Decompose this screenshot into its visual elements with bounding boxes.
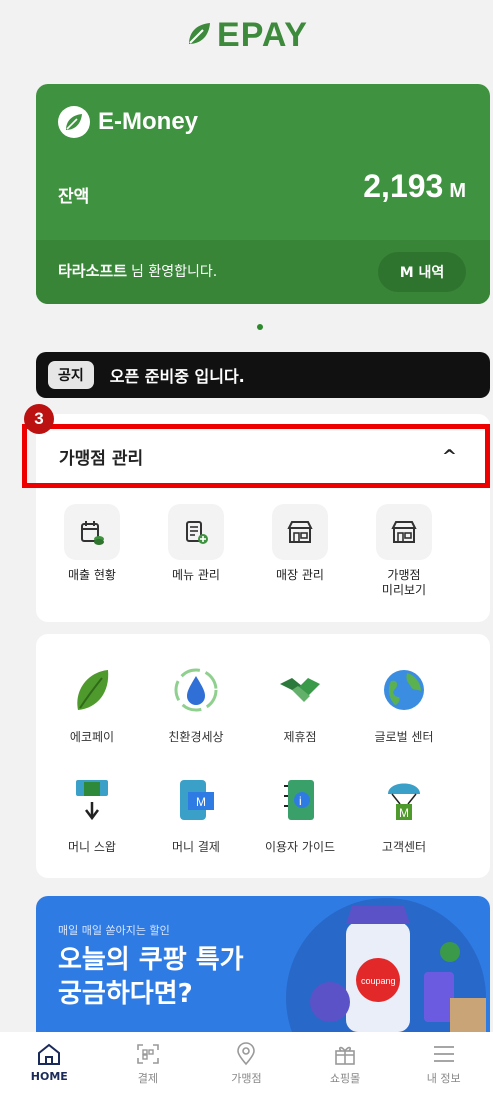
emoney-leaf-icon <box>58 106 90 138</box>
welcome-suffix: 님 환영합니다. <box>131 264 218 280</box>
welcome-text: 타라소프트 님 환영합니다. <box>58 260 217 281</box>
sales-status-button[interactable]: 매출 현황 <box>40 504 144 598</box>
coupang-illustration: coupang <box>310 906 486 1036</box>
home-icon <box>38 1043 61 1065</box>
tab-my-info-label: 내 정보 <box>426 1072 461 1085</box>
global-center-button[interactable]: 글로벌 센터 <box>352 662 456 745</box>
services-row-1: 에코페이 친환경세상 제휴점 글로벌 센터 <box>40 662 456 745</box>
globe-icon <box>376 662 432 718</box>
money-swap-icon <box>64 772 120 828</box>
customer-center-label: 고객센터 <box>381 840 427 854</box>
user-guide-icon: i <box>272 772 328 828</box>
emoney-card-footer: 타라소프트 님 환영합니다. M 내역 <box>36 240 490 304</box>
menu-icon <box>433 1046 454 1062</box>
money-swap-label: 머니 스왑 <box>68 840 116 854</box>
tab-shopping-label: 쇼핑몰 <box>329 1072 361 1085</box>
customer-center-button[interactable]: M 고객센터 <box>352 772 456 855</box>
emoney-title: E-Money <box>58 106 198 138</box>
emoney-title-text: E-Money <box>98 108 199 135</box>
svg-text:i: i <box>299 794 302 808</box>
app-logo: EPAY <box>0 16 493 57</box>
notice-bar[interactable]: 공지 오픈 준비중 입니다. <box>36 352 490 398</box>
notice-tag: 공지 <box>48 361 94 389</box>
user-guide-label: 이용자 가이드 <box>264 840 336 854</box>
partner-store-button[interactable]: 제휴점 <box>248 662 352 745</box>
leaf-icon <box>64 662 120 718</box>
location-pin-icon <box>237 1042 256 1066</box>
coupang-logo-text: coupang <box>361 976 396 986</box>
money-swap-button[interactable]: 머니 스왑 <box>40 772 144 855</box>
partner-store-label: 제휴점 <box>283 730 317 744</box>
tab-home[interactable]: HOME <box>0 1032 99 1097</box>
money-payment-icon: M <box>168 772 224 828</box>
promo-banner[interactable]: 매일 매일 쏟아지는 할인 오늘의 쿠팡 특가 궁금하다면? coupang <box>36 896 490 1036</box>
global-center-label: 글로벌 센터 <box>374 730 434 744</box>
bottom-tab-bar: HOME 결제 가맹점 쇼핑몰 내 정보 <box>0 1032 493 1097</box>
money-payment-label: 머니 결제 <box>172 840 220 854</box>
eco-world-label: 친환경세상 <box>168 730 224 744</box>
eco-world-button[interactable]: 친환경세상 <box>144 662 248 745</box>
store-management-grid: 매출 현황 메뉴 관리 매장 관리 가맹점 미리보기 <box>40 504 456 598</box>
services-row-2: 머니 스왑 M 머니 결제 i 이용자 가이드 M 고객센터 <box>40 772 456 855</box>
tab-stores-label: 가맹점 <box>231 1072 262 1085</box>
chevron-up-icon[interactable]: ^ <box>442 446 457 467</box>
menu-document-icon <box>168 504 224 560</box>
balance-label: 잔액 <box>58 187 90 207</box>
carousel-indicator[interactable] <box>257 324 263 330</box>
store-preview-button[interactable]: 가맹점 미리보기 <box>352 504 456 598</box>
gift-icon <box>335 1046 355 1065</box>
water-drop-icon <box>168 662 224 718</box>
tab-payment-label: 결제 <box>137 1072 159 1085</box>
ecopay-label: 에코페이 <box>69 730 115 744</box>
ecopay-button[interactable]: 에코페이 <box>40 662 144 745</box>
store-preview-label: 가맹점 미리보기 <box>381 568 427 597</box>
store-preview-icon <box>376 504 432 560</box>
money-payment-button[interactable]: M 머니 결제 <box>144 772 248 855</box>
menu-management-button[interactable]: 메뉴 관리 <box>144 504 248 598</box>
svg-text:M: M <box>196 795 206 809</box>
sales-status-label: 매출 현황 <box>68 568 116 582</box>
user-name: 타라소프트 <box>58 262 128 280</box>
balance-unit: M <box>449 180 466 202</box>
menu-management-label: 메뉴 관리 <box>172 568 220 582</box>
emoney-card[interactable]: E-Money 잔액 2,193 M 타라소프트 님 환영합니다. M 내역 <box>36 84 490 304</box>
tab-payment[interactable]: 결제 <box>99 1032 198 1097</box>
store-management-title: 가맹점 관리 <box>59 448 144 469</box>
notice-message: 오픈 준비중 입니다. <box>109 367 245 386</box>
brand-name: EPAY <box>217 16 308 54</box>
tab-my-info[interactable]: 내 정보 <box>394 1032 493 1097</box>
store-management-label: 매장 관리 <box>276 568 324 582</box>
store-management-button[interactable]: 매장 관리 <box>248 504 352 598</box>
sales-calendar-icon <box>64 504 120 560</box>
tab-shopping[interactable]: 쇼핑몰 <box>296 1032 395 1097</box>
banner-subtitle: 매일 매일 쏟아지는 할인 <box>58 924 170 937</box>
handshake-icon <box>272 662 328 718</box>
m-history-button[interactable]: M 내역 <box>378 252 466 292</box>
balance-amount: 2,193 <box>363 168 444 204</box>
step-badge: 3 <box>24 404 54 434</box>
store-icon <box>272 504 328 560</box>
qr-scan-icon <box>137 1044 159 1064</box>
store-management-header[interactable]: 가맹점 관리 ^ <box>22 424 490 488</box>
banner-headline: 오늘의 쿠팡 특가 궁금하다면? <box>58 945 244 1009</box>
user-guide-button[interactable]: i 이용자 가이드 <box>248 772 352 855</box>
svg-text:M: M <box>399 806 409 820</box>
tab-home-label: HOME <box>30 1070 68 1083</box>
leaf-logo-icon <box>185 18 213 57</box>
balance-value: 2,193 M <box>363 168 466 205</box>
customer-center-icon: M <box>376 772 432 828</box>
tab-stores[interactable]: 가맹점 <box>197 1032 296 1097</box>
